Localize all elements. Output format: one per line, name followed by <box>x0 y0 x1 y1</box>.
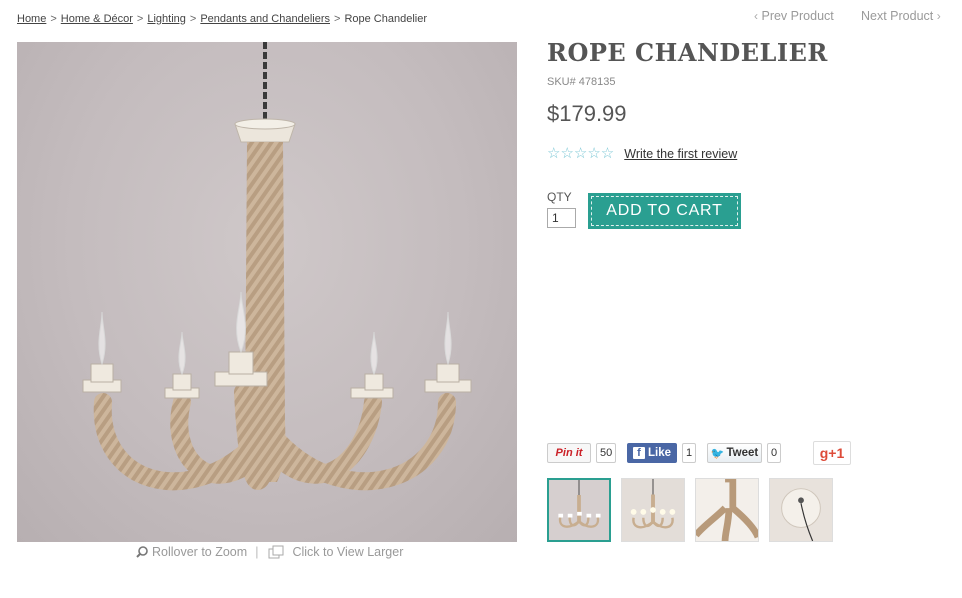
thumbnail-chandelier-lit-image <box>622 479 684 541</box>
twitter-widget: 🐦 Tweet 0 <box>707 443 782 463</box>
breadcrumb-lighting-link[interactable]: Lighting <box>147 13 186 25</box>
rollover-zoom-label: Rollover to Zoom <box>152 545 248 559</box>
prev-product-label: Prev Product <box>761 9 834 23</box>
breadcrumb-home-decor-link[interactable]: Home & Décor <box>61 13 133 25</box>
tweet-button[interactable]: 🐦 Tweet <box>707 443 762 463</box>
star-rating-icons[interactable]: ☆☆☆☆☆ <box>547 146 614 161</box>
pin-it-button[interactable]: Pin it <box>547 443 591 463</box>
google-plus-button[interactable]: g+1 <box>813 441 851 465</box>
image-tools-bar: Rollover to Zoom | Click to View Larger <box>136 545 403 559</box>
tweet-count: 0 <box>767 443 782 463</box>
product-title: ROPE CHANDELIER <box>547 38 828 67</box>
thumbnail-2[interactable] <box>621 478 685 542</box>
thumbnail-chandelier-image <box>549 480 609 540</box>
chandelier-image <box>82 42 472 491</box>
thumbnail-4[interactable] <box>769 478 833 542</box>
twitter-bird-icon: 🐦 <box>710 447 725 460</box>
facebook-like-button[interactable]: f Like <box>627 443 677 463</box>
tweet-label: Tweet <box>726 447 759 459</box>
add-to-cart-label: ADD TO CART <box>591 196 738 226</box>
breadcrumb-home-link[interactable]: Home <box>17 13 46 25</box>
thumbnail-3[interactable] <box>695 478 759 542</box>
view-larger-link[interactable]: Click to View Larger <box>292 545 403 559</box>
add-to-cart-button[interactable]: ADD TO CART <box>588 193 741 229</box>
pin-count: 50 <box>596 443 617 463</box>
breadcrumb-current: Rope Chandelier <box>344 13 427 25</box>
enlarge-icon[interactable] <box>268 545 284 559</box>
gplus-widget: g+1 <box>813 441 851 465</box>
breadcrumb-pendants-link[interactable]: Pendants and Chandeliers <box>200 13 330 25</box>
prev-product-link[interactable]: ‹ Prev Product <box>754 9 834 23</box>
write-review-link[interactable]: Write the first review <box>624 147 737 161</box>
thumbnail-strip <box>547 478 833 542</box>
pinterest-widget: Pin it 50 <box>547 443 617 463</box>
tools-divider: | <box>255 545 259 559</box>
rating-row: ☆☆☆☆☆ Write the first review <box>547 146 737 161</box>
magnifier-icon <box>136 546 148 558</box>
facebook-icon: f <box>632 447 645 459</box>
main-product-image[interactable] <box>17 42 517 542</box>
qty-input[interactable] <box>547 208 576 228</box>
chevron-left-icon: ‹ <box>754 9 758 23</box>
chevron-right-icon: › <box>936 9 941 23</box>
thumbnail-canopy-image <box>770 479 832 541</box>
next-product-label: Next Product <box>861 9 934 23</box>
thumbnail-rope-detail-image <box>696 479 758 541</box>
qty-label: QTY <box>547 190 572 204</box>
breadcrumb-separator: > <box>189 13 197 25</box>
thumbnail-1[interactable] <box>547 478 611 542</box>
product-sku: SKU# 478135 <box>547 76 616 88</box>
facebook-widget: f Like 1 <box>627 443 697 463</box>
next-product-link[interactable]: Next Product › <box>861 9 941 23</box>
breadcrumb-separator: > <box>334 13 341 25</box>
breadcrumb-separator: > <box>136 13 144 25</box>
like-count: 1 <box>682 443 697 463</box>
breadcrumb-separator: > <box>50 13 57 25</box>
product-price: $179.99 <box>547 101 627 126</box>
facebook-like-label: Like <box>647 447 671 459</box>
breadcrumb: Home > Home & Décor > Lighting > Pendants and … <box>17 13 427 25</box>
